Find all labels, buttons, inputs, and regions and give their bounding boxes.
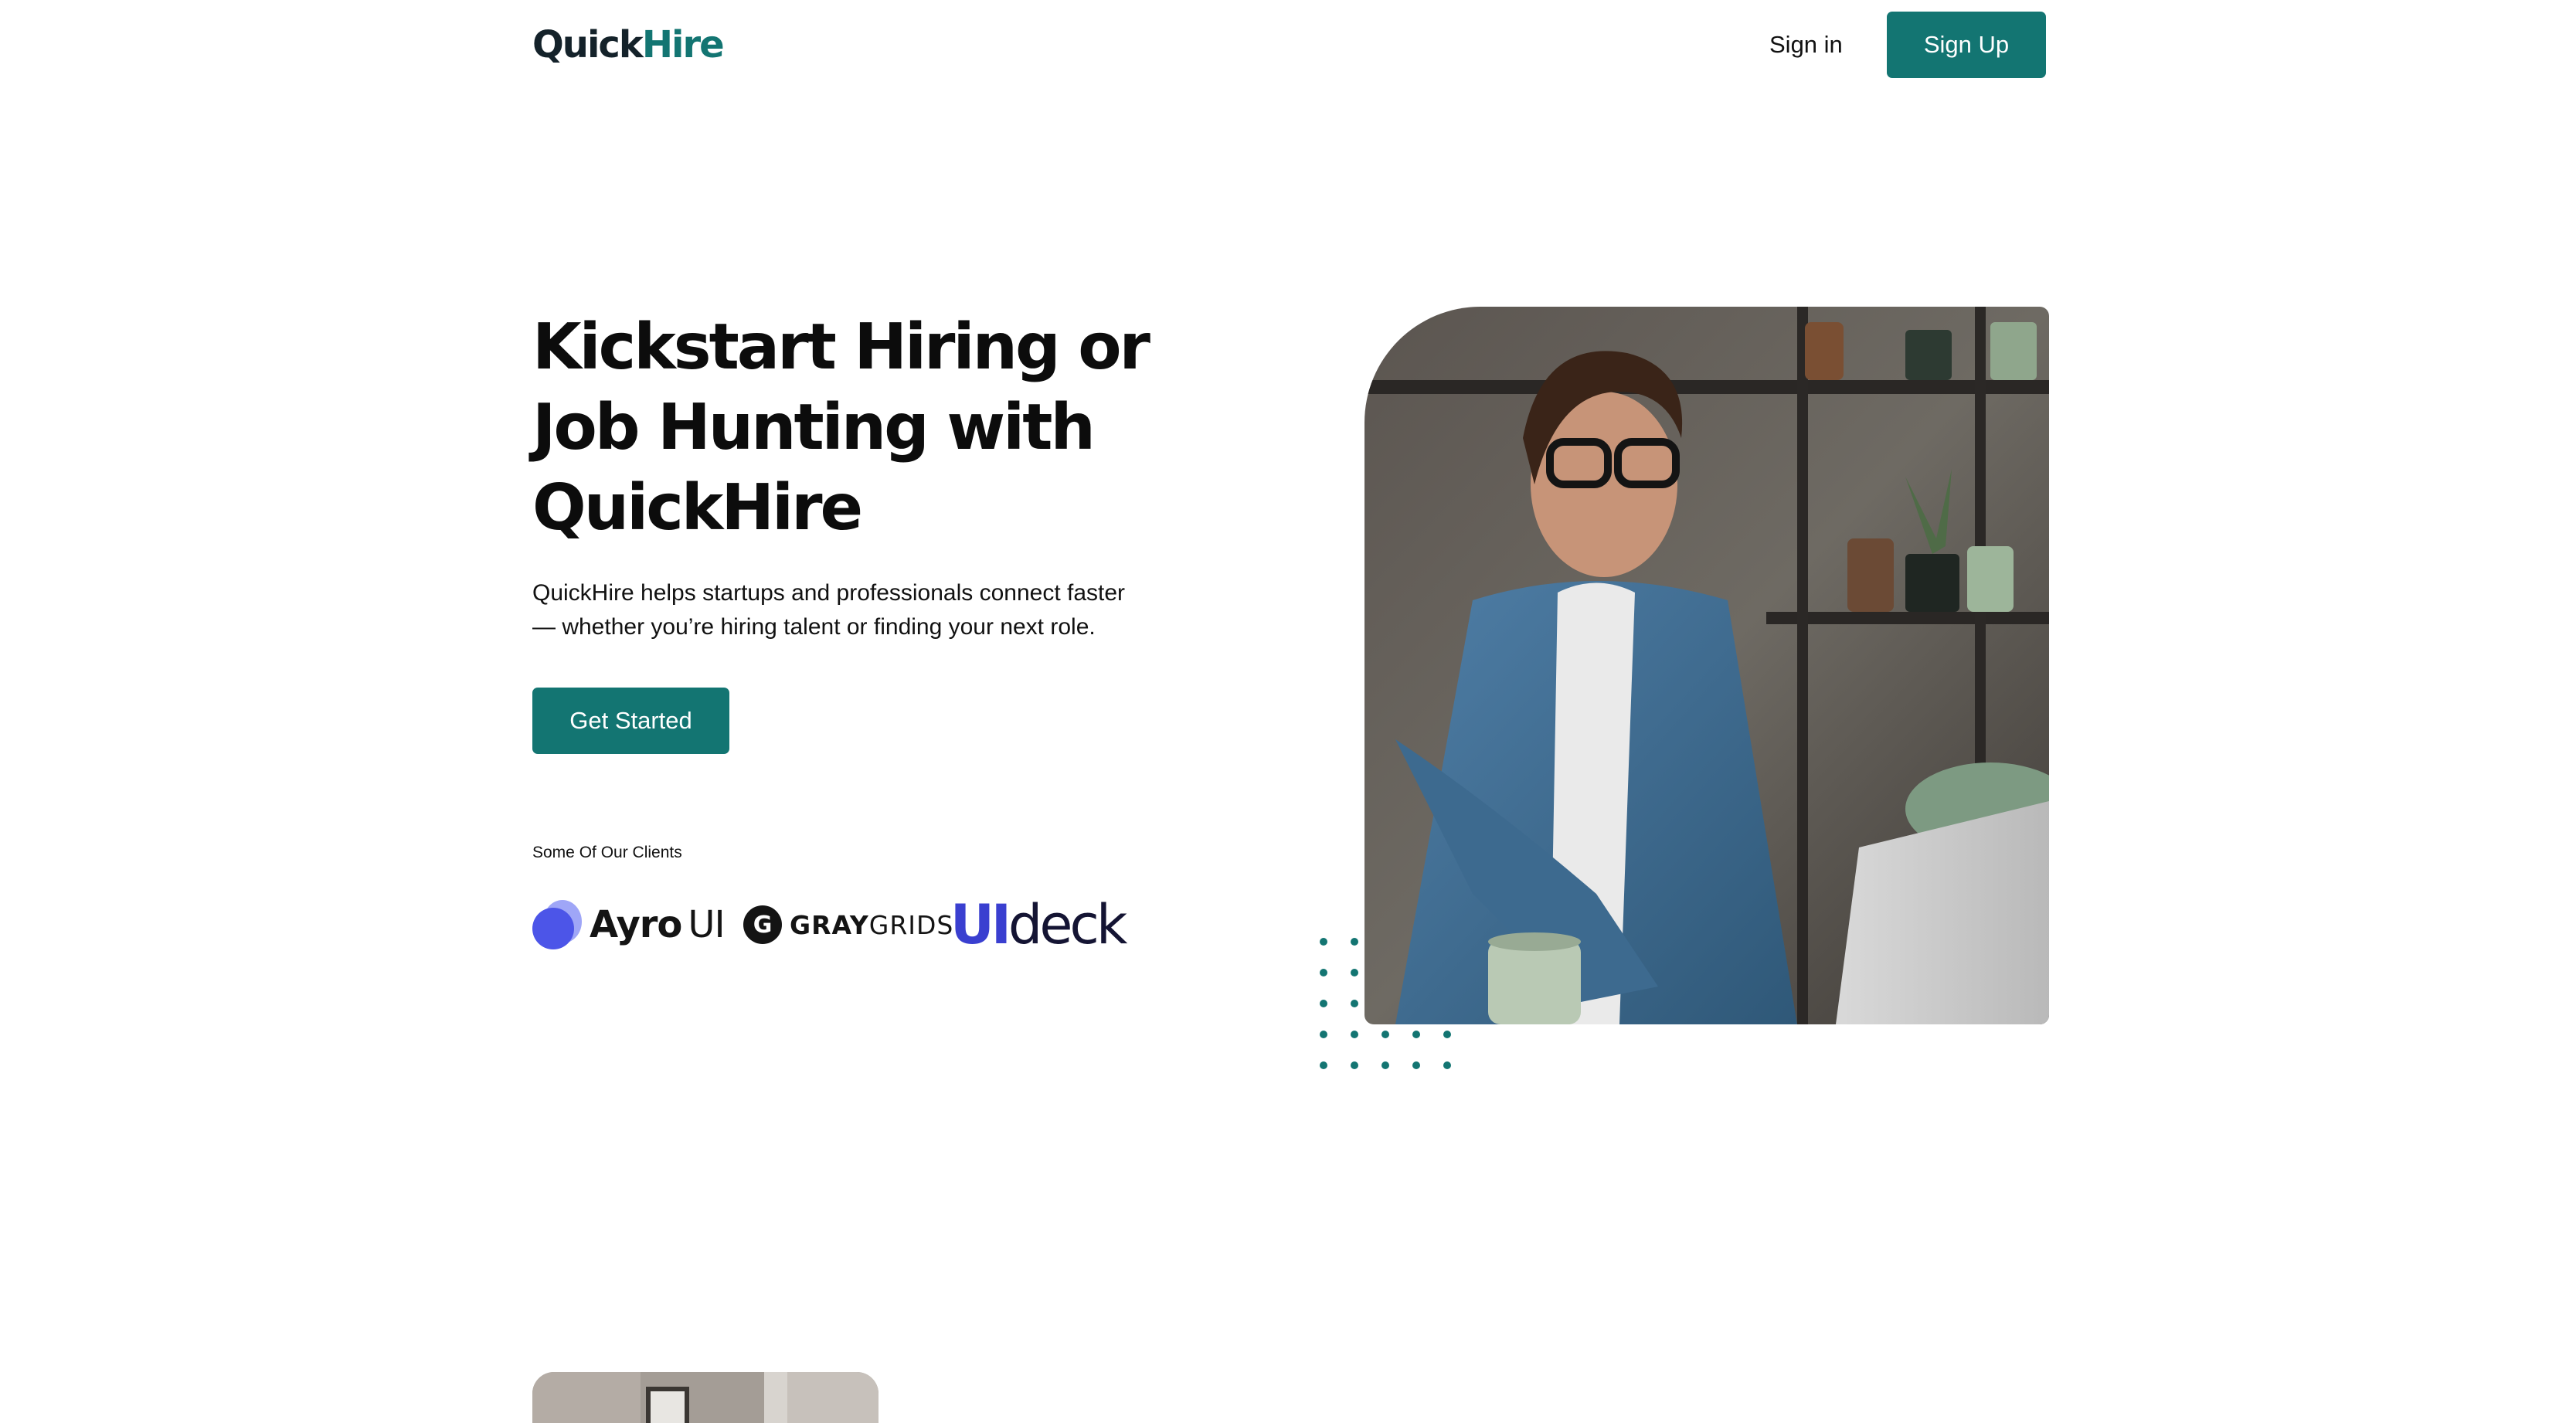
graygrids-logo-icon: G <box>743 905 782 944</box>
graygrids-logo-text: GRAYGRIDS <box>790 909 954 940</box>
sign-in-link[interactable]: Sign in <box>1769 23 1843 66</box>
section-photo-preview <box>532 1372 878 1423</box>
get-started-button[interactable]: Get Started <box>532 688 729 754</box>
uideck-logo-text: UIdeck <box>950 893 1127 956</box>
logo-text-hire: Hire <box>641 23 725 66</box>
quickhire-logo[interactable]: Quick Hire <box>532 20 725 70</box>
ayro-logo-icon <box>532 900 582 949</box>
logo-text-quick: Quick <box>532 23 644 66</box>
client-logo-graygrids: G GRAYGRIDS <box>743 896 953 953</box>
sign-up-button[interactable]: Sign Up <box>1887 12 2046 78</box>
hero-title: Kickstart Hiring or Job Hunting with Qui… <box>532 311 1150 545</box>
client-logo-uideck: UIdeck <box>950 893 1127 956</box>
clients-label: Some Of Our Clients <box>532 844 682 861</box>
ayro-logo-text: Ayro UI <box>590 903 726 946</box>
hero-photo <box>1364 307 2049 1024</box>
landing-page: Quick Hire Sign in Sign Up Kickstart Hiri… <box>0 0 2576 1423</box>
client-logo-ayro-ui: Ayro UI <box>532 896 726 953</box>
hero-subtitle: QuickHire helps startups and professiona… <box>532 580 1126 640</box>
